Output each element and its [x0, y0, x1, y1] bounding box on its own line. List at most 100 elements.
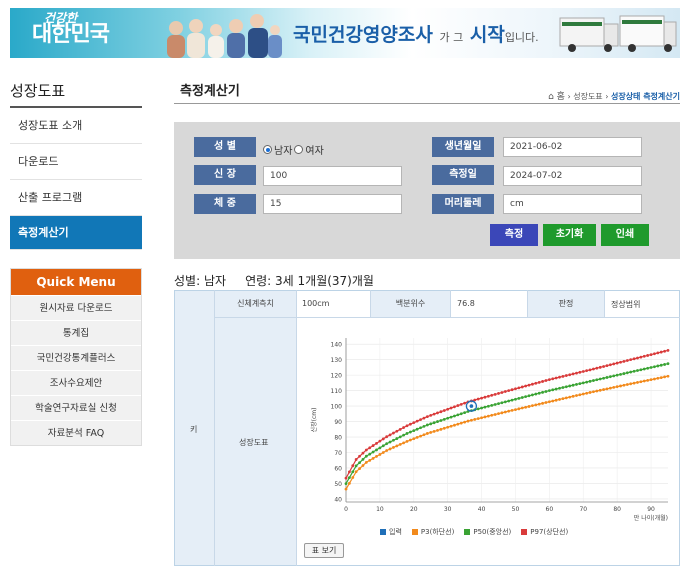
x-tick-label: 80 — [613, 506, 621, 513]
series-p50-point — [375, 448, 378, 452]
series-p3-point — [463, 420, 467, 424]
series-p97-point — [497, 392, 500, 395]
birthdate-input[interactable]: 2021-06-02 — [503, 137, 642, 157]
legend-p50-label: P50(중앙선) — [473, 528, 512, 536]
series-p3-point — [388, 447, 392, 451]
quick-item-faq[interactable]: 자료분석 FAQ — [11, 420, 141, 445]
x-tick-label: 70 — [579, 506, 587, 513]
radio-female-label[interactable]: 여자 — [305, 142, 323, 157]
series-p50-point — [517, 396, 521, 400]
x-tick-label: 20 — [410, 506, 418, 513]
legend-p3[interactable]: P3(하단선) — [411, 527, 454, 537]
result-summary: 성별: 남자 연령: 3세 1개월(37)개월 — [174, 274, 374, 288]
series-p3-point — [605, 387, 609, 391]
series-p3-point — [422, 433, 426, 437]
series-p97-point — [625, 359, 629, 362]
measure-button[interactable]: 측정 — [490, 224, 538, 246]
weight-input[interactable]: 15 — [263, 194, 402, 214]
sidebar-item-calculator[interactable]: 측정계산기 — [10, 216, 142, 250]
series-p3-point — [436, 428, 439, 432]
series-p50-point — [622, 372, 626, 375]
legend-p50[interactable]: P50(중앙선) — [464, 527, 511, 537]
series-p97-point — [354, 458, 358, 461]
quick-item-stat-plus[interactable]: 국민건강통계플러스 — [11, 345, 141, 370]
series-p3-point — [419, 434, 422, 438]
sidebar-title: 성장도표 — [10, 82, 66, 100]
sidebar-item-intro[interactable]: 성장도표 소개 — [10, 108, 142, 144]
series-p97-point — [541, 380, 544, 383]
series-p50-point — [554, 387, 558, 391]
series-p50-point — [602, 376, 605, 380]
sidebar-item-download[interactable]: 다운로드 — [10, 144, 142, 180]
series-p50-point — [381, 444, 385, 448]
series-p97-point — [524, 384, 528, 388]
series-p3-point — [625, 383, 629, 386]
series-p97-point — [456, 404, 460, 407]
series-p50-point — [368, 452, 372, 456]
series-p3-point — [483, 415, 487, 419]
legend-input[interactable]: 입력 — [380, 527, 402, 537]
quick-item-survey-request[interactable]: 조사수요제안 — [11, 370, 141, 395]
birthdate-label: 생년월일 — [432, 137, 494, 157]
series-p3-point — [571, 394, 575, 398]
series-p97-point — [425, 415, 429, 418]
series-p50-point — [344, 482, 348, 485]
head-circ-input[interactable]: cm — [503, 194, 642, 214]
x-tick-label: 40 — [478, 506, 486, 513]
series-p50-point — [646, 366, 650, 370]
radio-male[interactable] — [263, 145, 272, 154]
series-p3-point — [514, 408, 517, 412]
series-p3-point — [412, 437, 416, 441]
series-p97-point — [659, 350, 663, 354]
series-p50-point — [544, 390, 548, 393]
series-p50-point — [500, 401, 504, 405]
series-p97-point — [375, 441, 378, 445]
series-p97-point — [544, 379, 548, 382]
series-p50-point — [653, 365, 656, 369]
series-p97-point — [419, 418, 422, 422]
print-button[interactable]: 인쇄 — [601, 224, 649, 246]
series-p97-point — [347, 470, 351, 474]
series-p3-point — [551, 399, 555, 403]
series-p50-point — [449, 415, 453, 419]
col-measure-header: 신체계측치 — [215, 291, 296, 317]
series-p97-point — [480, 396, 483, 400]
series-p97-point — [558, 375, 561, 379]
height-input[interactable]: 100 — [263, 166, 402, 186]
series-p3-point — [402, 441, 406, 445]
sidebar-item-program[interactable]: 산출 프로그램 — [10, 180, 142, 216]
series-p50-point — [581, 381, 585, 385]
series-p50-point — [629, 370, 633, 374]
growth-chart: 40 50 60 70 80 90 100 110 120 130 140 0 10 20 30 40 50 60… — [310, 338, 670, 522]
series-p97-point — [568, 373, 572, 377]
breadcrumb-home[interactable]: ⌂ 홈 — [548, 92, 565, 102]
breadcrumb-growth[interactable]: 성장도표 — [573, 92, 602, 101]
reset-button[interactable]: 초기화 — [543, 224, 596, 246]
top-banner[interactable]: 건강한 대한민국 국민건강영양조사 가 그 시작입니다. — [10, 8, 680, 58]
series-p97-point — [510, 388, 514, 392]
series-p3-point — [439, 427, 443, 431]
series-p97-point — [547, 378, 551, 382]
measure-date-input[interactable]: 2024-07-02 — [503, 166, 642, 186]
radio-male-label[interactable]: 남자 — [274, 142, 292, 157]
series-p3-point — [409, 438, 412, 442]
radio-female[interactable] — [294, 145, 304, 154]
series-p3-point — [503, 410, 507, 414]
quick-item-raw-data[interactable]: 원시자료 다운로드 — [11, 295, 141, 320]
series-p3-point — [619, 384, 622, 388]
sex-label: 성 별 — [194, 137, 256, 157]
series-p3-point — [527, 405, 531, 408]
series-p50-point — [446, 416, 450, 420]
table-view-button[interactable]: 표 보기 — [304, 543, 344, 558]
series-p3-point — [541, 401, 544, 405]
y-tick-label: 90 — [334, 419, 342, 426]
series-p97-point — [581, 370, 585, 373]
quick-item-research[interactable]: 학술연구자료실 신청 — [11, 395, 141, 420]
banner-title-end: 입니다. — [504, 31, 539, 44]
quick-item-statistics[interactable]: 통계집 — [11, 320, 141, 345]
series-p97-line — [345, 349, 669, 479]
col-percentile-header: 백분위수 — [371, 291, 450, 317]
y-tick-label: 140 — [331, 342, 343, 349]
quick-menu: Quick Menu 원시자료 다운로드 통계집 국민건강통계플러스 조사수요제… — [10, 268, 142, 446]
legend-p97[interactable]: P97(상단선) — [521, 527, 568, 537]
